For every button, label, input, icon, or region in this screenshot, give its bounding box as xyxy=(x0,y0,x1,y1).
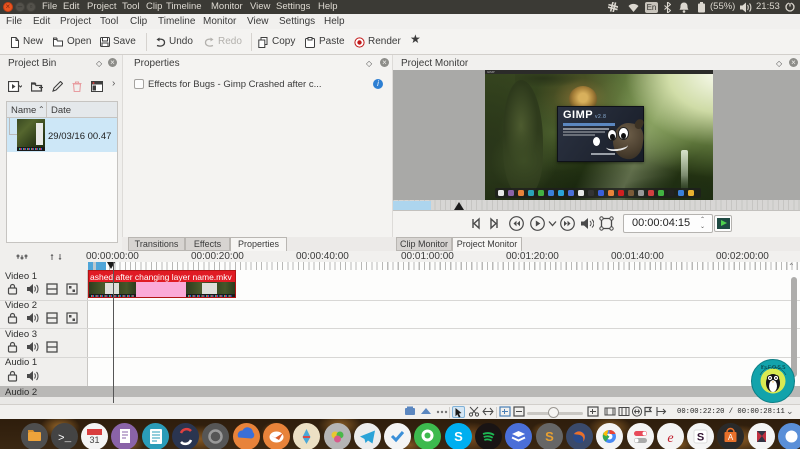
svg-text:S: S xyxy=(697,432,704,444)
svg-text:>_: >_ xyxy=(58,433,72,445)
svg-text:e: e xyxy=(667,431,673,446)
svg-text:A: A xyxy=(728,433,734,442)
svg-text:S: S xyxy=(545,429,554,444)
svg-text:It's F.O.S.S: It's F.O.S.S xyxy=(761,365,787,371)
svg-text:S: S xyxy=(454,429,463,444)
svg-text:31: 31 xyxy=(90,435,100,445)
